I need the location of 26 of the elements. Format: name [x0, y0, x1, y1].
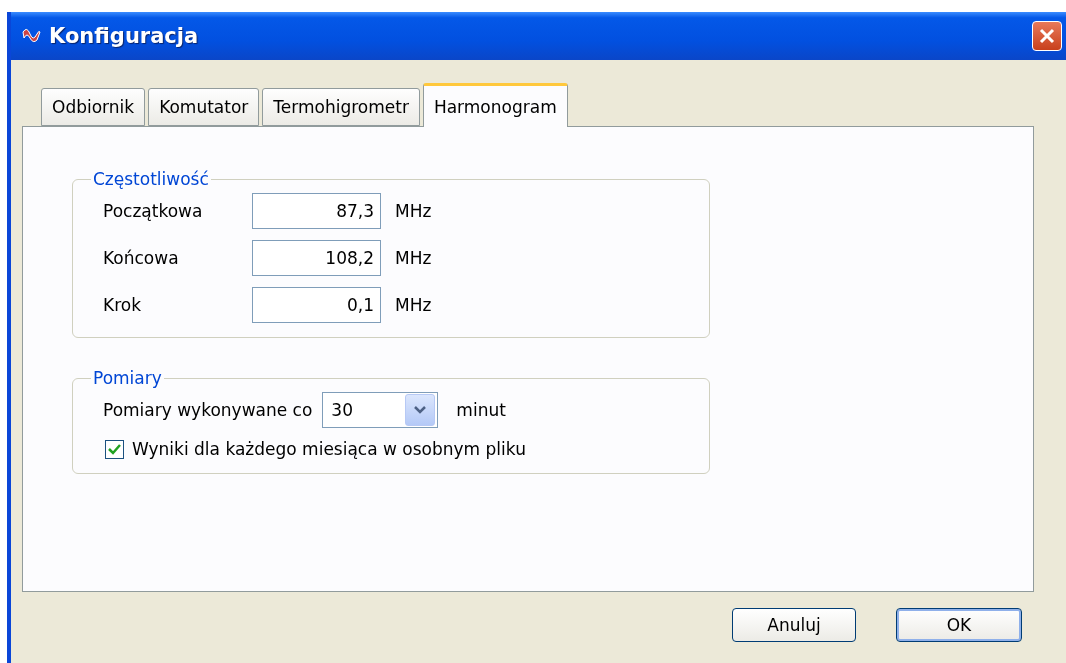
field-label: Końcowa	[103, 248, 180, 268]
tab[interactable]: Harmonogram	[422, 83, 568, 127]
interval-label: Pomiary wykonywane co	[103, 400, 313, 420]
close-button[interactable]	[1032, 21, 1062, 51]
input-field[interactable]: 87,3	[252, 193, 381, 229]
dialog-button[interactable]: OK	[896, 608, 1022, 642]
window-title: Konfiguracja	[49, 24, 200, 48]
close-icon	[1038, 27, 1056, 45]
input-field[interactable]: 0,1	[252, 287, 381, 323]
unit-label: MHz	[395, 248, 432, 268]
unit-label: MHz	[395, 201, 432, 221]
tab[interactable]: Odbiornik	[41, 88, 146, 126]
dialog-button[interactable]: Anuluj	[732, 608, 856, 642]
input-field[interactable]: 108,2	[252, 240, 381, 276]
field-label: Początkowa	[103, 201, 204, 221]
field-label: Krok	[103, 295, 142, 315]
group-title: Częstotliwość	[92, 169, 210, 189]
checkbox[interactable]	[105, 439, 124, 459]
tab[interactable]: Termohigrometr	[262, 88, 420, 126]
unit-label: minut	[456, 400, 506, 420]
interval-dropdown[interactable]: 30	[322, 392, 439, 428]
group-title: Pomiary	[92, 368, 163, 388]
chevron-down-icon	[405, 394, 436, 426]
checkbox-label: Wyniki dla każdego miesiąca w osobnym pliku	[132, 439, 526, 459]
unit-label: MHz	[395, 295, 432, 315]
tab[interactable]: Komutator	[148, 88, 260, 126]
